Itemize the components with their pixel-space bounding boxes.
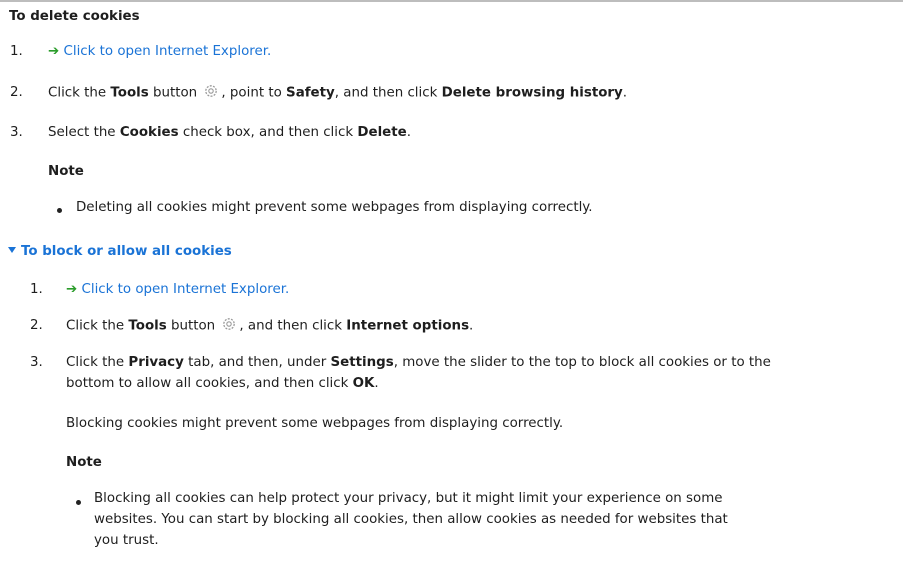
note-bullet-line-3: you trust. <box>94 533 159 548</box>
open-ie-link-text: Click to open Internet Explorer. <box>81 282 290 297</box>
note-bullet-text: Deleting all cookies might prevent some … <box>76 200 593 215</box>
section-heading-delete-cookies: To delete cookies <box>9 9 140 24</box>
text-segment: , and then click <box>334 85 442 101</box>
step-number: 2. <box>30 318 43 333</box>
tools-term: Tools <box>128 318 167 334</box>
blocking-warning-text: Blocking cookies might prevent some webp… <box>66 416 564 431</box>
text-segment: bottom to allow all cookies, and then cl… <box>66 376 353 391</box>
step-text: Click the Tools button , and then click … <box>66 318 473 334</box>
triangle-down-icon <box>8 247 16 253</box>
step-text-line-1: Click the Privacy tab, and then, under S… <box>66 355 771 370</box>
top-divider <box>0 0 903 2</box>
privacy-term: Privacy <box>128 355 184 370</box>
gear-icon <box>205 85 218 97</box>
ok-term: OK <box>352 376 375 391</box>
open-ie-link-text: Click to open Internet Explorer. <box>63 44 272 59</box>
delete-browsing-history-term: Delete browsing history <box>441 85 623 101</box>
text-segment: . <box>622 85 628 101</box>
green-right-arrow-icon: ➔ <box>48 44 60 59</box>
green-right-arrow-icon: ➔ <box>66 282 78 297</box>
text-segment: button <box>148 85 202 101</box>
text-segment: Select the <box>48 125 120 140</box>
open-ie-link[interactable]: ➔ Click to open Internet Explorer. <box>66 282 289 297</box>
text-segment: Click the <box>48 85 111 101</box>
step-text: Select the Cookies check box, and then c… <box>48 125 411 140</box>
section-heading-block-cookies: To block or allow all cookies <box>21 244 232 259</box>
delete-term: Delete <box>357 125 407 140</box>
text-segment: Click the <box>66 355 129 370</box>
open-ie-link[interactable]: ➔ Click to open Internet Explorer. <box>48 44 271 59</box>
text-segment: , and then click <box>239 318 347 334</box>
block-cookies-toggle[interactable]: To block or allow all cookies <box>8 244 232 259</box>
step-text-line-2: bottom to allow all cookies, and then cl… <box>66 376 379 391</box>
note-bullet-line-2: websites. You can start by blocking all … <box>94 512 728 527</box>
settings-term: Settings <box>330 355 394 370</box>
step-number: 1. <box>10 44 23 59</box>
text-segment: tab, and then, under <box>183 355 331 370</box>
text-segment: . <box>469 318 474 334</box>
note-label: Note <box>48 164 84 179</box>
note-bullet-line-1: Blocking all cookies can help protect yo… <box>94 491 723 506</box>
cookies-term: Cookies <box>119 125 179 140</box>
safety-term: Safety <box>286 85 335 101</box>
step-number: 1. <box>30 282 43 297</box>
tools-term: Tools <box>110 85 149 101</box>
text-segment: . <box>374 376 379 391</box>
step-text: Click the Tools button , point to Safety… <box>48 85 627 101</box>
step-number: 3. <box>10 125 23 140</box>
bullet-dot <box>57 208 62 213</box>
text-segment: , point to <box>221 85 287 101</box>
note-label: Note <box>66 455 102 470</box>
step-number: 3. <box>30 355 43 370</box>
text-segment: check box, and then click <box>178 125 358 140</box>
text-segment: , move the slider to the top to block al… <box>393 355 771 370</box>
text-segment: . <box>406 125 411 140</box>
text-segment: button <box>166 318 220 334</box>
step-number: 2. <box>10 85 23 100</box>
bullet-dot <box>76 500 81 505</box>
text-segment: Click the <box>66 318 129 334</box>
gear-icon <box>223 318 236 330</box>
internet-options-term: Internet options <box>346 318 470 334</box>
